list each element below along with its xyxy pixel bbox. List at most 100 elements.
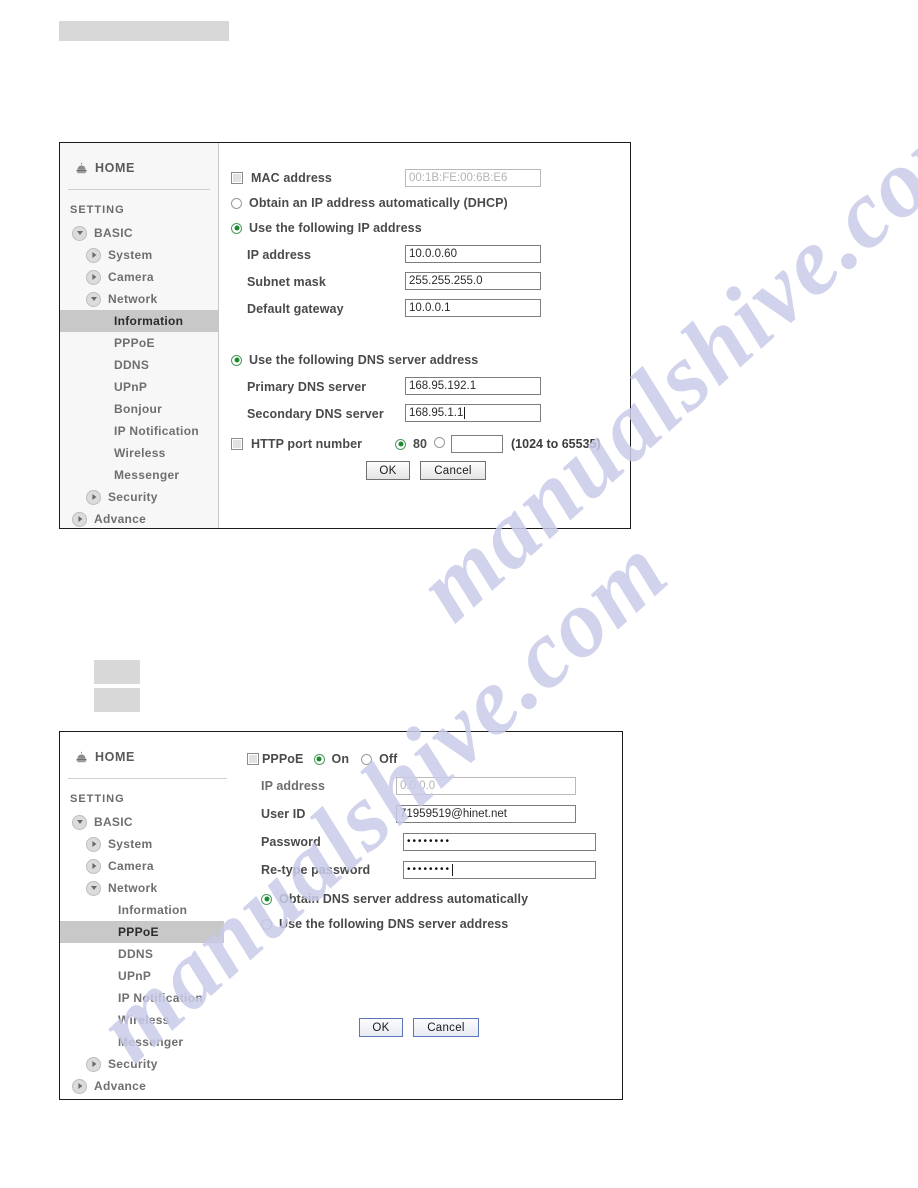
setting-section-label: SETTING [70, 793, 125, 805]
http-port-custom-input[interactable] [451, 435, 503, 453]
sidebar-item-messenger[interactable]: Messenger [60, 1031, 235, 1053]
redacted-caption-block [94, 688, 140, 712]
sidebar-item-ddns[interactable]: DDNS [60, 943, 235, 965]
sidebar-item-label: System [108, 837, 153, 851]
http-port-default-option[interactable]: 80 [395, 437, 427, 451]
chevron-down-icon[interactable] [86, 880, 101, 896]
user-id-label: User ID [261, 807, 306, 821]
http-port-range-hint: (1024 to 65535) [511, 437, 601, 451]
home-link[interactable]: HOME [60, 746, 235, 768]
sidebar-item-label: Security [108, 1057, 158, 1071]
radio-icon[interactable] [434, 437, 445, 448]
sidebar-item-wireless[interactable]: Wireless [60, 442, 218, 464]
chevron-down-icon[interactable] [72, 814, 87, 830]
sidebar-item-advance[interactable]: Advance [60, 1075, 235, 1097]
chevron-right-icon[interactable] [72, 1078, 87, 1094]
home-dome-icon [76, 162, 87, 173]
sidebar-item-wireless[interactable]: Wireless [60, 1009, 235, 1031]
radio-icon[interactable] [231, 354, 242, 366]
ok-button[interactable]: OK [366, 461, 410, 480]
sidebar-item-pppoe[interactable]: PPPoE [60, 921, 224, 943]
sidebar-item-camera[interactable]: Camera [60, 266, 218, 288]
checkbox-icon[interactable] [247, 753, 259, 765]
chevron-right-icon[interactable] [86, 836, 101, 852]
sidebar-item-label: Camera [108, 270, 154, 284]
ip-address-label: IP address [261, 779, 326, 793]
sidebar-item-upnp[interactable]: UPnP [60, 965, 235, 987]
retype-password-input[interactable]: •••••••• [403, 861, 596, 879]
cancel-button[interactable]: Cancel [413, 1018, 479, 1037]
radio-icon[interactable] [395, 438, 406, 450]
sidebar-item-basic[interactable]: BASIC [60, 811, 235, 833]
chevron-down-icon[interactable] [72, 225, 87, 241]
dhcp-radio-row[interactable]: Obtain an IP address automatically (DHCP… [231, 196, 508, 210]
sidebar-item-ip-notification[interactable]: IP Notification [60, 987, 235, 1009]
sidebar-item-ddns[interactable]: DDNS [60, 354, 218, 376]
user-id-input[interactable]: 71959519@hinet.net [396, 805, 576, 823]
secondary-dns-label: Secondary DNS server [247, 407, 384, 421]
sidebar-item-pppoe[interactable]: PPPoE [60, 332, 218, 354]
chevron-right-icon[interactable] [72, 511, 87, 527]
radio-icon[interactable] [261, 918, 272, 930]
settings-nav: BASIC System Camera Network Information PPPoE… [60, 222, 218, 530]
sidebar-item-network[interactable]: Network [60, 288, 218, 310]
checkbox-icon[interactable] [231, 172, 243, 184]
home-link[interactable]: HOME [60, 157, 218, 179]
sidebar-item-upnp[interactable]: UPnP [60, 376, 218, 398]
radio-icon[interactable] [261, 893, 272, 905]
sidebar-item-label: Wireless [114, 446, 166, 460]
subnet-mask-label: Subnet mask [247, 275, 326, 289]
sidebar-item-camera[interactable]: Camera [60, 855, 235, 877]
primary-dns-label: Primary DNS server [247, 380, 367, 394]
sidebar-item-system[interactable]: System [60, 244, 218, 266]
secondary-dns-input[interactable]: 168.95.1.1 [405, 404, 541, 422]
sidebar-item-information[interactable]: Information [60, 899, 235, 921]
sidebar-item-security[interactable]: Security [60, 1053, 235, 1075]
ok-button[interactable]: OK [359, 1018, 403, 1037]
network-pppoe-screenshot: HOME SETTING BASIC System Camera Network Inf… [59, 731, 623, 1100]
dns-auto-radio-row[interactable]: Obtain DNS server address automatically [261, 892, 528, 906]
chevron-right-icon[interactable] [86, 1056, 101, 1072]
password-row: Password [261, 835, 321, 849]
password-input[interactable]: •••••••• [403, 833, 596, 851]
sidebar-item-messenger[interactable]: Messenger [60, 464, 218, 486]
home-dome-icon [76, 751, 87, 762]
radio-icon[interactable] [231, 197, 242, 209]
sidebar-item-basic[interactable]: BASIC [60, 222, 218, 244]
static-dns-radio-row[interactable]: Use the following DNS server address [231, 353, 478, 367]
sidebar-item-bonjour[interactable]: Bonjour [60, 398, 218, 420]
chevron-right-icon[interactable] [86, 247, 101, 263]
sidebar-item-ip-notification[interactable]: IP Notification [60, 420, 218, 442]
chevron-right-icon[interactable] [86, 489, 101, 505]
sidebar-item-network[interactable]: Network [60, 877, 235, 899]
radio-icon[interactable] [361, 753, 373, 765]
checkbox-icon[interactable] [231, 438, 243, 450]
http-port-row: HTTP port number [231, 437, 362, 451]
dns-static-radio-row[interactable]: Use the following DNS server address [261, 917, 508, 931]
sidebar-item-label: UPnP [118, 969, 152, 983]
chevron-right-icon[interactable] [86, 269, 101, 285]
static-dns-label: Use the following DNS server address [249, 353, 479, 367]
form-area: MAC address 00:1B:FE:00:6B:E6 Obtain an … [219, 143, 630, 528]
sidebar-item-label: Network [108, 881, 158, 895]
ip-address-input[interactable]: 10.0.0.60 [405, 245, 541, 263]
default-gateway-input[interactable]: 10.0.0.1 [405, 299, 541, 317]
chevron-down-icon[interactable] [86, 291, 101, 307]
sidebar-item-information[interactable]: Information [60, 310, 218, 332]
pppoe-toggle-row: PPPoE On Off [247, 752, 397, 766]
http-port-custom-option[interactable] [434, 437, 452, 448]
radio-icon[interactable] [313, 753, 325, 765]
sidebar-item-security[interactable]: Security [60, 486, 218, 508]
sidebar-item-label: Information [118, 903, 188, 917]
sidebar-item-label: DDNS [118, 947, 154, 961]
radio-icon[interactable] [231, 222, 242, 234]
primary-dns-input[interactable]: 168.95.192.1 [405, 377, 541, 395]
static-ip-radio-row[interactable]: Use the following IP address [231, 221, 422, 235]
chevron-right-icon[interactable] [86, 858, 101, 874]
subnet-mask-input[interactable]: 255.255.255.0 [405, 272, 541, 290]
form-area: PPPoE On Off IP address 0.0.0.0 User ID … [235, 732, 622, 1099]
cancel-button[interactable]: Cancel [420, 461, 486, 480]
sidebar-item-advance[interactable]: Advance [60, 508, 218, 530]
sidebar-item-system[interactable]: System [60, 833, 235, 855]
retype-password-row: Re-type password [261, 863, 370, 877]
